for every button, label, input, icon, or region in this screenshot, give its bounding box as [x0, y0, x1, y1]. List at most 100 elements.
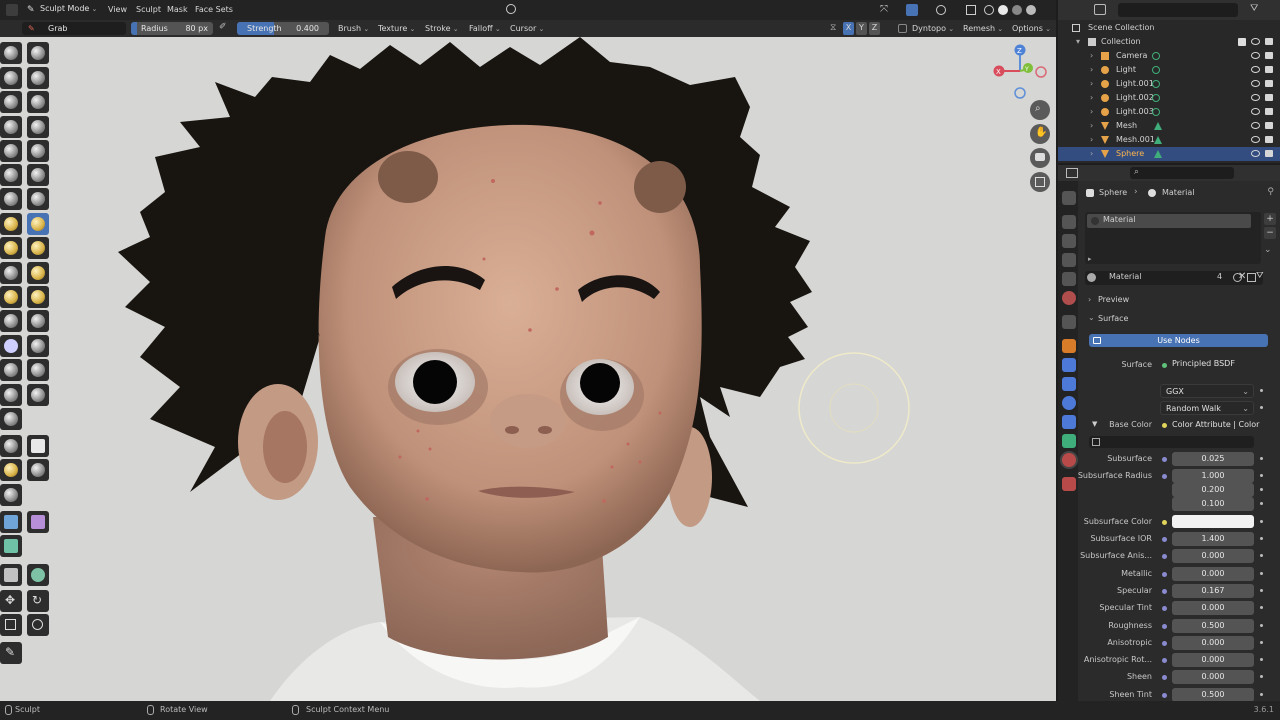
mask-by-color-tool[interactable]: [27, 564, 49, 586]
falloff-menu[interactable]: Falloff: [469, 23, 501, 35]
light-data-icon[interactable]: [1152, 80, 1160, 88]
keyframe-dot-icon[interactable]: [1260, 474, 1263, 477]
cloth-brush-tool[interactable]: [0, 335, 22, 357]
pan-hand-icon[interactable]: ✋: [1030, 124, 1050, 144]
properties-search-input[interactable]: ⌕: [1130, 167, 1234, 179]
property-slider[interactable]: 0.000: [1172, 635, 1254, 650]
use-nodes-button[interactable]: Use Nodes: [1089, 334, 1268, 347]
dyntopo-checkbox[interactable]: [898, 24, 907, 33]
keyframe-dot-icon[interactable]: [1260, 571, 1263, 575]
data-tab-icon[interactable]: [1062, 434, 1076, 448]
axis-y-toggle[interactable]: Y: [856, 22, 867, 35]
draw-sharp-brush-tool[interactable]: [27, 42, 49, 64]
camera-data-icon[interactable]: [1152, 52, 1160, 60]
clay-strips-brush-tool[interactable]: [27, 67, 49, 89]
simplify-brush-tool[interactable]: [27, 335, 49, 357]
expand-icon[interactable]: ▾: [1076, 35, 1080, 49]
preview-panel[interactable]: › Preview: [1082, 294, 1278, 308]
render-camera-icon[interactable]: [1265, 136, 1273, 143]
property-slider[interactable]: 1.000: [1172, 469, 1254, 483]
view-layer-tab-icon[interactable]: [1062, 253, 1076, 267]
property-slider[interactable]: 0.025: [1172, 452, 1254, 466]
edit-face-set-tool[interactable]: [0, 564, 22, 586]
render-camera-icon[interactable]: [1265, 52, 1273, 59]
tool-tab-icon[interactable]: [1062, 191, 1076, 205]
scene-tab-icon[interactable]: [1062, 272, 1076, 286]
stroke-menu[interactable]: Stroke: [425, 23, 459, 35]
property-slider[interactable]: 0.000: [1172, 653, 1254, 668]
mesh-data-icon[interactable]: [1154, 122, 1162, 130]
base-color-value[interactable]: Color Attribute | Color: [1172, 420, 1259, 429]
box-mask-tool[interactable]: [0, 435, 22, 457]
material-slot[interactable]: Material: [1087, 214, 1251, 228]
grab-brush-tool[interactable]: [27, 213, 49, 235]
keyframe-dot-icon[interactable]: [1260, 488, 1263, 491]
surface-shader-value[interactable]: Principled BSDF: [1172, 359, 1254, 372]
expand-icon[interactable]: ›: [1090, 91, 1093, 105]
add-slot-button[interactable]: +: [1264, 213, 1276, 225]
keyframe-dot-icon[interactable]: [1260, 537, 1263, 540]
clay-brush-tool[interactable]: [0, 67, 22, 89]
keyframe-dot-icon[interactable]: [1260, 554, 1263, 558]
light-data-icon[interactable]: [1152, 66, 1160, 74]
menu-view[interactable]: View: [108, 4, 127, 16]
rotate-brush-tool[interactable]: [27, 286, 49, 308]
render-camera-icon[interactable]: [1265, 94, 1273, 101]
rotate-tool[interactable]: ↻: [27, 590, 49, 612]
unlink-material-icon[interactable]: ✕: [1238, 271, 1246, 282]
box-face-set-tool[interactable]: [0, 459, 22, 481]
keyframe-dot-icon[interactable]: [1260, 606, 1263, 610]
perspective-grid-icon[interactable]: [1030, 172, 1050, 192]
expand-icon[interactable]: ›: [1090, 133, 1093, 147]
line-project-tool[interactable]: [0, 484, 22, 506]
outliner-scene-collection[interactable]: Scene Collection: [1058, 21, 1280, 35]
object-tab-icon[interactable]: [1062, 339, 1076, 353]
visibility-eye-icon[interactable]: [1251, 136, 1260, 143]
property-slider[interactable]: 0.100: [1172, 497, 1254, 511]
fill-brush-tool[interactable]: [27, 164, 49, 186]
outliner-item[interactable]: › Mesh: [1058, 119, 1280, 133]
radius-field[interactable]: Radius 80 px: [131, 22, 213, 35]
pose-brush-tool[interactable]: [27, 262, 49, 284]
mask-brush-tool[interactable]: [0, 359, 22, 381]
keyframe-dot-icon[interactable]: [1260, 675, 1263, 679]
elastic-deform-tool[interactable]: [0, 237, 22, 259]
draw-face-sets-tool[interactable]: [27, 359, 49, 381]
render-camera-icon[interactable]: [1265, 66, 1273, 73]
property-slider[interactable]: 0.000: [1172, 670, 1254, 685]
box-hide-tool[interactable]: [27, 435, 49, 457]
property-slider[interactable]: 1.400: [1172, 532, 1254, 546]
base-color-expand-icon[interactable]: ▼: [1092, 420, 1097, 428]
outliner-item[interactable]: › Mesh.001: [1058, 133, 1280, 147]
outliner-search-input[interactable]: [1118, 3, 1238, 17]
render-camera-icon[interactable]: [1265, 150, 1273, 157]
cloth-filter-tool[interactable]: [27, 511, 49, 533]
keyframe-dot-icon[interactable]: [1260, 658, 1263, 662]
smooth-brush-tool[interactable]: [27, 140, 49, 162]
mesh-data-icon[interactable]: [1154, 136, 1162, 144]
slot-specials-icon[interactable]: ⌄: [1264, 245, 1272, 255]
expand-icon[interactable]: ›: [1090, 77, 1093, 91]
slot-list-expand-icon[interactable]: ▸: [1088, 255, 1092, 263]
visibility-eye-icon[interactable]: [1251, 150, 1260, 157]
light-data-icon[interactable]: [1152, 108, 1160, 116]
shading-material-icon[interactable]: [1012, 5, 1022, 15]
material-browse-icon[interactable]: [1087, 273, 1096, 282]
render-camera-icon[interactable]: [1265, 38, 1273, 45]
pin-icon[interactable]: ⚲: [1267, 187, 1274, 197]
expand-icon[interactable]: ›: [1090, 63, 1093, 77]
scrape-brush-tool[interactable]: [0, 188, 22, 210]
mode-selector[interactable]: ✎ Sculpt Mode: [24, 3, 100, 17]
light-data-icon[interactable]: [1152, 94, 1160, 102]
cursor-menu[interactable]: Cursor: [510, 23, 544, 35]
strength-field[interactable]: Strength 0.400: [237, 22, 329, 35]
keyframe-dot-icon[interactable]: [1260, 389, 1263, 392]
collection-checkbox[interactable]: [1238, 38, 1246, 46]
outliner-item[interactable]: › Camera: [1058, 49, 1280, 63]
layer-brush-tool[interactable]: [27, 91, 49, 113]
color-filter-tool[interactable]: [0, 535, 22, 557]
material-datablock[interactable]: Material 4: [1085, 271, 1263, 285]
pivot-icon[interactable]: [506, 4, 516, 14]
visibility-eye-icon[interactable]: [1251, 38, 1260, 45]
duplicate-icon[interactable]: [1247, 273, 1256, 282]
